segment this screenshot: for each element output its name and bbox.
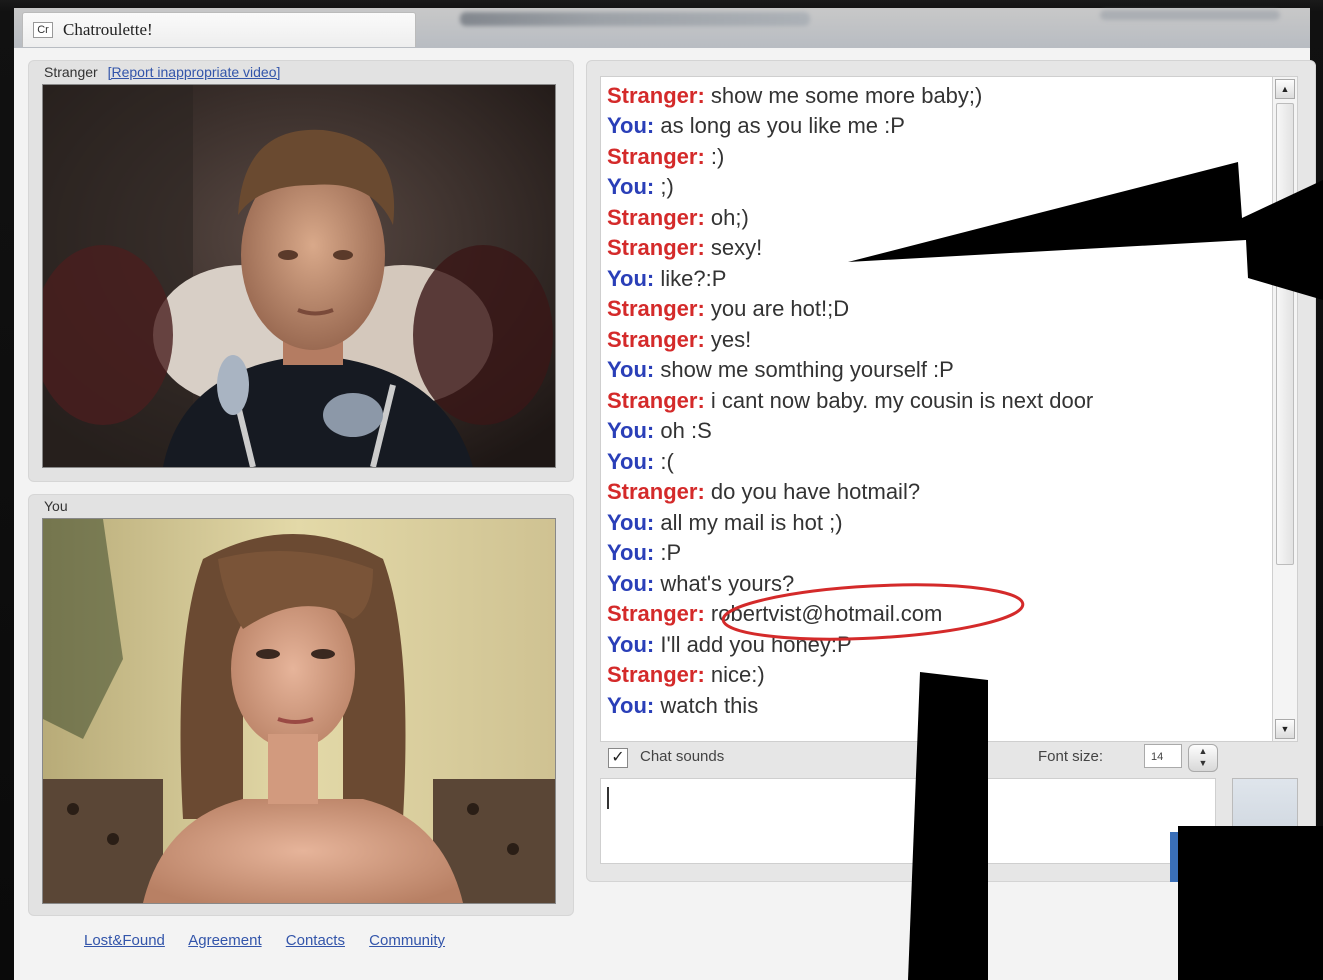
footer-links: Lost&Found Agreement Contacts Community bbox=[84, 932, 465, 949]
chat-message: Stranger: :) bbox=[607, 144, 725, 169]
scroll-up-icon[interactable]: ▲ bbox=[1275, 79, 1295, 99]
footer-link-lostfound[interactable]: Lost&Found bbox=[84, 932, 165, 949]
browser-tab[interactable]: Cr Chatroulette! bbox=[22, 12, 416, 47]
chat-scrollbar[interactable]: ▲ ▼ bbox=[1272, 76, 1298, 742]
chat-message: Stranger: oh;) bbox=[607, 205, 749, 230]
chat-sounds-checkbox[interactable]: ✓ bbox=[608, 748, 628, 768]
stranger-video bbox=[42, 84, 556, 468]
chat-message: You: :( bbox=[607, 449, 674, 474]
chat-message: Stranger: yes! bbox=[607, 327, 752, 352]
you-label: You bbox=[44, 498, 68, 514]
chat-message: Stranger: you are hot!;D bbox=[607, 296, 850, 321]
chat-message: You: oh :S bbox=[607, 418, 712, 443]
chat-message: Stranger: sexy! bbox=[607, 235, 763, 260]
chat-message: You: :P bbox=[607, 540, 682, 565]
chat-message: Stranger: i cant now baby. my cousin is … bbox=[607, 388, 1094, 413]
footer-link-agreement[interactable]: Agreement bbox=[188, 932, 261, 949]
chat-message: You: like?:P bbox=[607, 266, 727, 291]
blurred-tab-strip bbox=[460, 12, 810, 26]
stranger-webcam-image bbox=[43, 85, 555, 467]
blurred-toolbar bbox=[1100, 10, 1280, 20]
chat-message: Stranger: robertvist@hotmail.com bbox=[607, 601, 943, 626]
font-size-stepper[interactable]: ▲ ▼ bbox=[1188, 744, 1218, 772]
chat-message: You: what's yours? bbox=[607, 571, 795, 596]
message-input[interactable] bbox=[600, 778, 1216, 864]
chat-message: You: as long as you like me :P bbox=[607, 113, 905, 138]
chat-message: Stranger: do you have hotmail? bbox=[607, 479, 921, 504]
chat-message: You: I'll add you honey:P bbox=[607, 632, 852, 657]
footer-link-community[interactable]: Community bbox=[369, 932, 445, 949]
you-webcam-image bbox=[43, 519, 555, 903]
scroll-thumb[interactable] bbox=[1276, 103, 1294, 565]
stranger-label-row: Stranger [Report inappropriate video] bbox=[44, 64, 280, 80]
font-size-label: Font size: bbox=[1038, 748, 1104, 765]
text-caret bbox=[607, 787, 609, 809]
tab-title: Chatroulette! bbox=[63, 20, 153, 39]
chat-message: You: all my mail is hot ;) bbox=[607, 510, 843, 535]
chat-message: You: watch this bbox=[607, 693, 759, 718]
you-video bbox=[42, 518, 556, 904]
chat-options-row: ✓ Chat sounds Font size: 14 ▲ ▼ bbox=[600, 742, 1220, 772]
report-video-link[interactable]: [Report inappropriate video] bbox=[108, 64, 281, 80]
chat-message: You: ;) bbox=[607, 174, 674, 199]
font-size-input[interactable]: 14 bbox=[1144, 744, 1182, 768]
chat-log[interactable]: Stranger: show me some more baby;) You: … bbox=[600, 76, 1274, 742]
stranger-label: Stranger bbox=[44, 64, 98, 80]
chat-message: Stranger: show me some more baby;) bbox=[607, 83, 983, 108]
scroll-down-icon[interactable]: ▼ bbox=[1275, 719, 1295, 739]
send-button[interactable] bbox=[1232, 778, 1298, 864]
chat-message: Stranger: nice:) bbox=[607, 662, 765, 687]
footer-link-contacts[interactable]: Contacts bbox=[286, 932, 345, 949]
chat-message: You: show me somthing yourself :P bbox=[607, 357, 954, 382]
favicon-icon: Cr bbox=[33, 22, 53, 38]
chat-sounds-label: Chat sounds bbox=[640, 748, 725, 765]
